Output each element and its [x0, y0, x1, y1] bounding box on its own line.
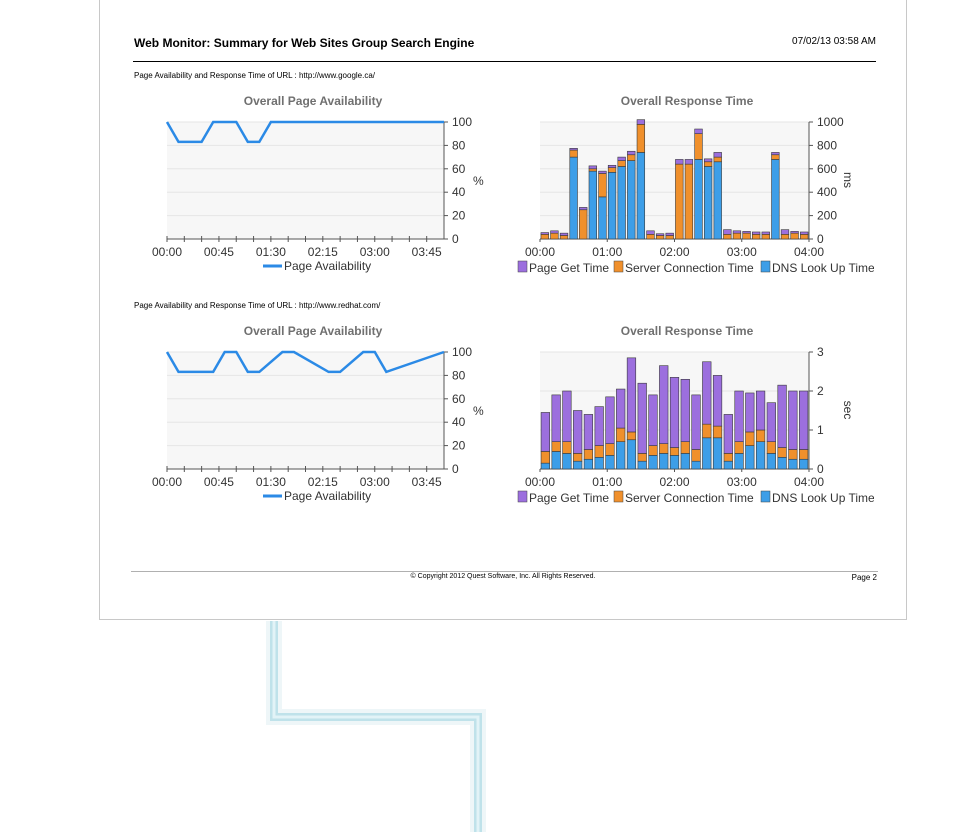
connector-line: [266, 621, 486, 832]
